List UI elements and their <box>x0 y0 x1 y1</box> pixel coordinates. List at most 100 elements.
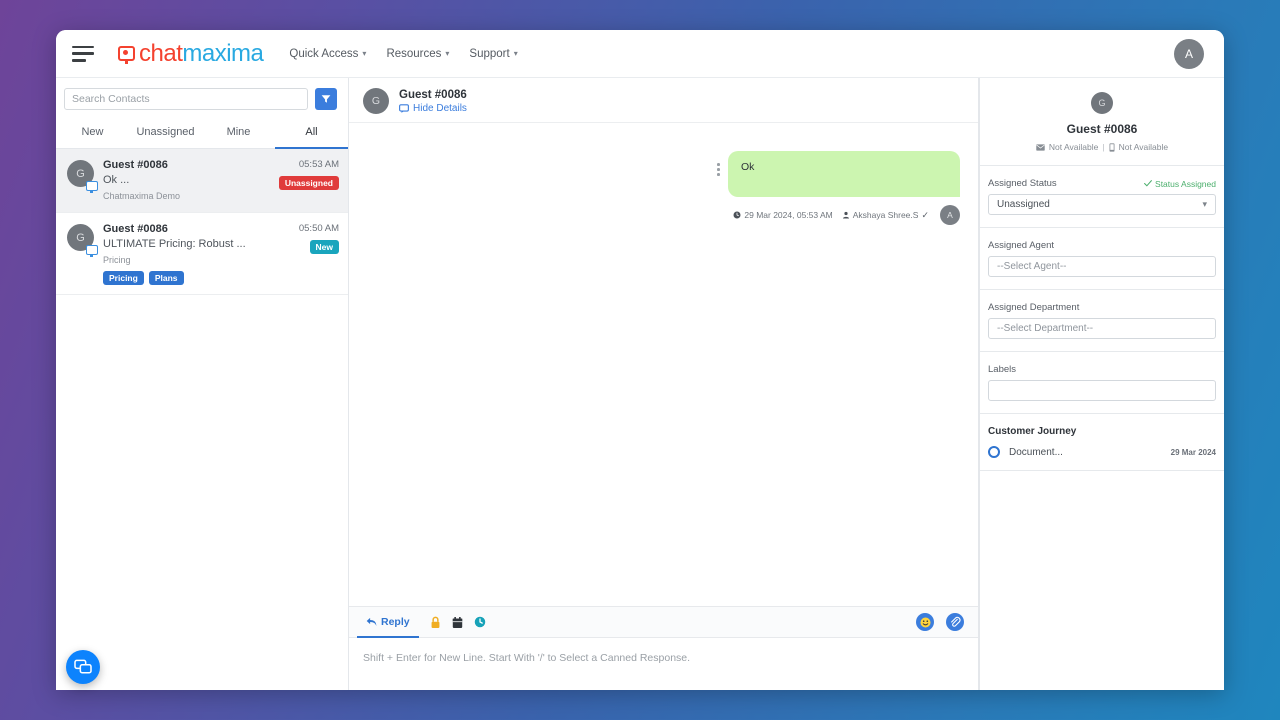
labels-panel: Labels <box>980 352 1224 414</box>
assigned-department-panel: Assigned Department --Select Department-… <box>980 290 1224 352</box>
app-window: chatmaxima Quick Access ▾ Resources ▾ Su… <box>56 30 1224 690</box>
chat-widget-button[interactable] <box>66 650 100 684</box>
message-composer: Reply Shift + Enter for New Line. Start … <box>349 606 978 690</box>
conversation-list-item[interactable]: G Guest #0086 Ok ... Chatmaxima Demo 05:… <box>56 149 348 214</box>
assigned-status-panel: Assigned Status Status Assigned Unassign… <box>980 166 1224 228</box>
journey-step-icon <box>988 446 1000 458</box>
nav-item-quick-access[interactable]: Quick Access ▾ <box>289 48 366 60</box>
message-agent-name: Akshaya Shree.S <box>852 210 919 221</box>
calendar-icon[interactable] <box>452 616 463 629</box>
chat-panel: G Guest #0086 Hide Details Ok 29 Mar 202… <box>349 78 979 690</box>
status-assigned-note: Status Assigned <box>1144 179 1216 189</box>
assigned-status-select[interactable]: Unassigned ▾ <box>988 194 1216 215</box>
conversation-name: Guest #0086 <box>103 159 168 171</box>
customer-journey-panel: Customer Journey Document... 29 Mar 2024 <box>980 414 1224 471</box>
customer-journey-item[interactable]: Document... 29 Mar 2024 <box>988 446 1216 458</box>
chat-bubble-icon <box>399 104 409 113</box>
conversation-time: 05:53 AM <box>298 159 339 170</box>
attachment-button[interactable] <box>946 613 964 631</box>
labels-label: Labels <box>988 364 1016 375</box>
filter-button[interactable] <box>315 88 337 110</box>
check-icon <box>1144 180 1152 187</box>
assigned-status-label: Assigned Status <box>988 178 1057 189</box>
contact-email-status: Not Available <box>1048 142 1099 152</box>
assigned-department-select[interactable]: --Select Department-- <box>988 318 1216 339</box>
lock-icon[interactable] <box>430 616 441 629</box>
chat-title: Guest #0086 <box>399 89 467 101</box>
tab-mine[interactable]: Mine <box>202 118 275 149</box>
nav-label-support: Support <box>469 47 510 60</box>
main-nav: Quick Access ▾ Resources ▾ Support ▾ <box>289 48 517 60</box>
message-options-icon[interactable] <box>717 151 728 176</box>
clock-icon[interactable] <box>474 616 486 628</box>
nav-item-resources[interactable]: Resources ▾ <box>386 48 449 60</box>
contacts-sidebar: New Unassigned Mine All G Guest #0086 Ok… <box>56 78 349 690</box>
hamburger-menu-icon[interactable] <box>72 45 94 62</box>
tag-chip[interactable]: Plans <box>148 271 184 286</box>
conversation-source: Chatmaxima Demo <box>103 190 181 201</box>
composer-actions <box>916 613 964 631</box>
conversation-list-item[interactable]: G Guest #0086 ULTIMATE Pricing: Robust .… <box>56 213 348 296</box>
assigned-status-header: Assigned Status Status Assigned <box>988 178 1216 189</box>
reply-arrow-icon <box>366 617 377 626</box>
details-sidebar: G Guest #0086 Not Available | Not Availa… <box>979 78 1224 690</box>
logo-monitor-icon <box>118 46 135 64</box>
tab-unassigned[interactable]: Unassigned <box>129 118 202 149</box>
paperclip-icon <box>951 616 961 627</box>
tag-chip[interactable]: Pricing <box>103 271 144 286</box>
labels-header: Labels <box>988 364 1216 375</box>
assigned-agent-panel: Assigned Agent --Select Agent-- <box>980 228 1224 290</box>
conversation-text: Guest #0086 Ok ... Chatmaxima Demo <box>103 158 270 203</box>
separator: | <box>1102 142 1105 152</box>
logo-text: chatmaxima <box>139 39 264 67</box>
status-badge: Unassigned <box>278 176 339 191</box>
hide-details-label: Hide Details <box>413 103 467 115</box>
logo-text-chat: chat <box>139 39 183 67</box>
nav-item-support[interactable]: Support ▾ <box>469 48 517 60</box>
journey-step-date: 29 Mar 2024 <box>1170 447 1216 457</box>
chat-header-avatar: G <box>363 87 389 114</box>
emoji-button[interactable] <box>916 613 934 631</box>
assigned-department-header: Assigned Department <box>988 302 1216 313</box>
reply-tab[interactable]: Reply <box>357 607 419 638</box>
assigned-agent-label: Assigned Agent <box>988 240 1055 251</box>
assigned-agent-select[interactable]: --Select Agent-- <box>988 256 1216 277</box>
reply-tab-label: Reply <box>381 615 410 628</box>
contact-name: Guest #0086 <box>1066 122 1138 136</box>
chat-header: G Guest #0086 Hide Details <box>349 78 978 124</box>
search-input[interactable] <box>64 88 308 110</box>
assigned-department-value: --Select Department-- <box>997 323 1094 334</box>
tab-new[interactable]: New <box>56 118 129 149</box>
webchat-channel-icon <box>86 181 98 193</box>
conversation-time: 05:50 AM <box>298 223 339 235</box>
user-avatar[interactable]: A <box>1174 38 1204 69</box>
hide-details-button[interactable]: Hide Details <box>399 103 467 114</box>
user-icon <box>842 211 849 219</box>
labels-input[interactable] <box>988 380 1216 401</box>
message-read-tick: ✓ <box>921 209 929 220</box>
assigned-department-label: Assigned Department <box>988 302 1080 313</box>
chat-bubbles-icon <box>74 659 92 674</box>
message-input[interactable]: Shift + Enter for New Line. Start With '… <box>349 638 978 690</box>
conversation-source: Pricing <box>103 254 131 265</box>
assigned-agent-value: --Select Agent-- <box>997 261 1067 272</box>
journey-step-label: Document... <box>1009 446 1063 458</box>
conversation-meta: 05:53 AM Unassigned <box>278 158 339 203</box>
webchat-channel-icon <box>86 245 98 258</box>
contact-avatar: G <box>1091 92 1113 114</box>
nav-label-resources: Resources <box>386 47 442 60</box>
filter-icon <box>321 95 331 103</box>
emoji-icon <box>919 616 931 628</box>
tab-all[interactable]: All <box>275 118 348 149</box>
email-icon <box>1036 143 1045 151</box>
chatmaxima-logo: chatmaxima <box>118 39 264 67</box>
customer-journey-title: Customer Journey <box>988 426 1077 437</box>
contact-phone-status: Not Available <box>1118 142 1169 152</box>
clock-icon <box>733 211 741 219</box>
contact-profile-panel: G Guest #0086 Not Available | Not Availa… <box>980 78 1224 166</box>
conversation-snippet: ULTIMATE Pricing: Robust ... <box>103 238 246 251</box>
details-sidebar-filler <box>980 471 1224 690</box>
composer-tool-icons <box>430 616 486 629</box>
composer-toolbar: Reply <box>349 607 978 638</box>
conversation-text: Guest #0086 ULTIMATE Pricing: Robust ...… <box>103 222 272 286</box>
